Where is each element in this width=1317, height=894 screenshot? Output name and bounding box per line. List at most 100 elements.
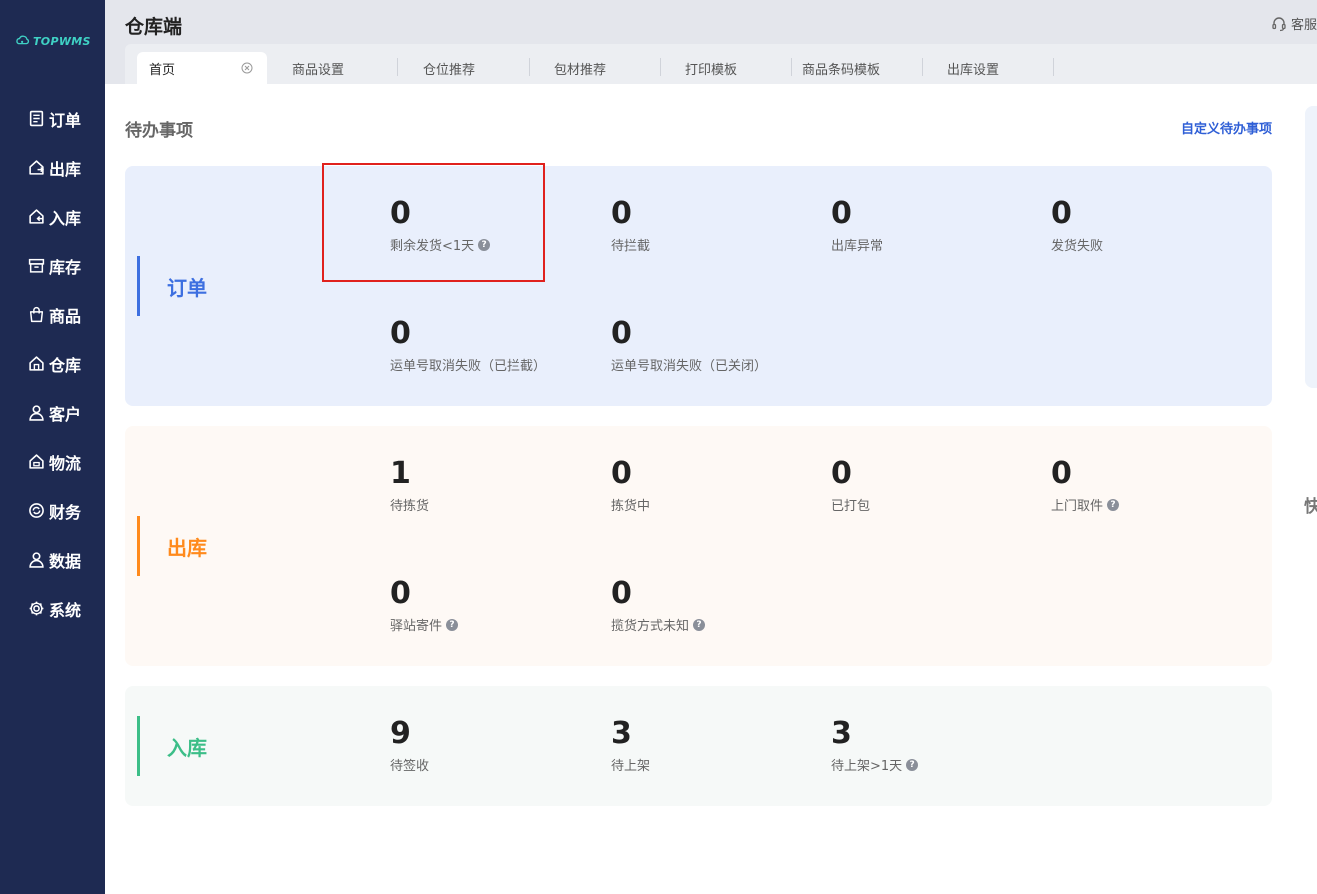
metric-pending-picking[interactable]: 1 待拣货 <box>390 456 429 514</box>
sidebar-item-label: 财务 <box>49 502 82 522</box>
finance-icon <box>29 503 44 518</box>
sidebar-nav: 订单 出库 入库 库存 商品 仓库 客户 物流 财务 数据 系统 <box>0 94 105 633</box>
tab-label: 出库设置 <box>947 62 1000 78</box>
tab-label: 首页 <box>149 62 176 78</box>
tab-label: 商品设置 <box>292 62 345 78</box>
help-icon[interactable]: ? <box>693 618 706 631</box>
archive-icon <box>28 258 45 273</box>
sidebar-item-outbound[interactable]: 出库 <box>0 143 105 192</box>
tab-label: 包材推荐 <box>554 62 607 78</box>
sidebar-item-inbound[interactable]: 入库 <box>0 192 105 241</box>
sidebar-item-label: 商品 <box>49 306 82 326</box>
sidebar-item-label: 仓库 <box>49 355 82 375</box>
sidebar-item-system[interactable]: 系统 <box>0 584 105 633</box>
metric-value: 0 <box>831 456 852 491</box>
sidebar-item-customers[interactable]: 客户 <box>0 388 105 437</box>
headset-icon <box>1272 16 1286 31</box>
tab-label: 商品条码模板 <box>802 62 881 78</box>
data-icon <box>29 552 44 568</box>
sidebar-item-data[interactable]: 数据 <box>0 535 105 584</box>
metric-label: 已打包 <box>831 499 871 514</box>
warehouse-icon <box>29 356 44 371</box>
outbound-todo-card: 出库 1 待拣货 0 拣货中 0 已打包 0 上门取件? 0 驿站寄件? 0 揽… <box>125 426 1272 666</box>
orders-todo-card: 订单 0 剩余发货<1天? 0 待拦截 0 出库异常 0 发货失败 0 运单号取… <box>125 166 1272 406</box>
sidebar-item-label: 系统 <box>49 600 82 620</box>
metric-packed[interactable]: 0 已打包 <box>831 456 870 514</box>
category-title: 出库 <box>167 535 207 560</box>
sidebar-item-products[interactable]: 商品 <box>0 290 105 339</box>
metric-waybill-cancel-failed-closed[interactable]: 0 运单号取消失败（已关闭） <box>611 316 767 374</box>
metric-label: 待签收 <box>390 759 430 774</box>
sidebar-item-logistics[interactable]: 物流 <box>0 437 105 486</box>
metric-value: 9 <box>390 716 411 751</box>
metric-pending-shelving[interactable]: 3 待上架 <box>611 716 650 774</box>
metric-value: 0 <box>611 456 632 491</box>
customize-todo-link[interactable]: 自定义待办事项 <box>1181 118 1272 137</box>
metric-label: 上门取件 <box>1051 499 1104 514</box>
help-icon[interactable]: ? <box>906 758 919 771</box>
sidebar-item-label: 物流 <box>49 453 82 473</box>
metric-label: 待拣货 <box>390 499 430 514</box>
tab-print-template[interactable]: 打印模板 <box>685 52 737 84</box>
app-title: 仓库端 <box>125 16 183 38</box>
tab-home[interactable]: 首页 <box>137 52 267 84</box>
service-label: 客服 <box>1290 18 1317 33</box>
metric-label: 待拦截 <box>611 239 651 254</box>
metric-picking[interactable]: 0 拣货中 <box>611 456 650 514</box>
outbound-category: 出库 <box>137 516 207 576</box>
metric-value: 0 <box>611 196 632 231</box>
help-icon[interactable]: ? <box>1107 498 1120 511</box>
metric-label: 待上架 <box>611 759 651 774</box>
sidebar-item-orders[interactable]: 订单 <box>0 94 105 143</box>
help-icon[interactable]: ? <box>446 618 459 631</box>
gear-icon <box>29 601 44 616</box>
metric-pending-intercept[interactable]: 0 待拦截 <box>611 196 650 254</box>
tab-outbound-settings[interactable]: 出库设置 <box>947 52 999 84</box>
outbound-icon <box>29 160 44 175</box>
right-side-panel <box>1305 106 1317 388</box>
document-icon <box>29 110 44 127</box>
bag-icon <box>29 306 44 323</box>
close-icon[interactable] <box>241 62 253 74</box>
sidebar-item-label: 数据 <box>49 551 82 571</box>
tab-separator <box>529 58 530 76</box>
tab-separator <box>1053 58 1054 76</box>
metric-door-pickup[interactable]: 0 上门取件? <box>1051 456 1120 514</box>
metric-value: 0 <box>611 576 632 611</box>
top-header: 仓库端 客服 首页 商品设置 仓位推荐 包材推荐 打印模板 商品条码模板 出库设… <box>105 0 1317 84</box>
metric-value: 0 <box>831 196 852 231</box>
metric-value: 0 <box>390 316 411 351</box>
sidebar-item-label: 库存 <box>49 257 82 277</box>
metric-pending-shelving-over-1-day[interactable]: 3 待上架>1天? <box>831 716 919 774</box>
logistics-icon <box>29 454 44 469</box>
sidebar-item-label: 出库 <box>49 159 82 179</box>
sidebar-item-inventory[interactable]: 库存 <box>0 241 105 290</box>
customer-service-button[interactable]: 客服 <box>1271 14 1317 33</box>
tab-bar: 首页 商品设置 仓位推荐 包材推荐 打印模板 商品条码模板 出库设置 <box>125 44 1317 84</box>
highlight-box <box>322 163 545 282</box>
sidebar-item-warehouse[interactable]: 仓库 <box>0 339 105 388</box>
metric-station-send[interactable]: 0 驿站寄件? <box>390 576 459 634</box>
metric-collection-method-unknown[interactable]: 0 揽货方式未知? <box>611 576 706 634</box>
sidebar-item-finance[interactable]: 财务 <box>0 486 105 535</box>
logo[interactable]: TOPWMS <box>16 34 91 48</box>
metric-label: 驿站寄件 <box>390 619 443 634</box>
metric-label: 拣货中 <box>611 499 651 514</box>
tab-separator <box>791 58 792 76</box>
user-icon <box>29 405 44 421</box>
tab-barcode-template[interactable]: 商品条码模板 <box>802 52 880 84</box>
tab-product-settings[interactable]: 商品设置 <box>292 52 344 84</box>
metric-pending-receipt[interactable]: 9 待签收 <box>390 716 429 774</box>
metric-label: 揽货方式未知 <box>611 619 690 634</box>
category-accent-bar <box>137 256 140 316</box>
tab-label: 打印模板 <box>685 62 738 78</box>
metric-value: 3 <box>831 716 852 751</box>
metric-shipping-failed[interactable]: 0 发货失败 <box>1051 196 1103 254</box>
metric-waybill-cancel-failed-intercepted[interactable]: 0 运单号取消失败（已拦截） <box>390 316 546 374</box>
category-title: 入库 <box>167 735 207 760</box>
metric-value: 0 <box>1051 196 1072 231</box>
inbound-category: 入库 <box>137 716 207 776</box>
tab-packaging-recommend[interactable]: 包材推荐 <box>554 52 606 84</box>
tab-location-recommend[interactable]: 仓位推荐 <box>423 52 475 84</box>
metric-outbound-exception[interactable]: 0 出库异常 <box>831 196 883 254</box>
